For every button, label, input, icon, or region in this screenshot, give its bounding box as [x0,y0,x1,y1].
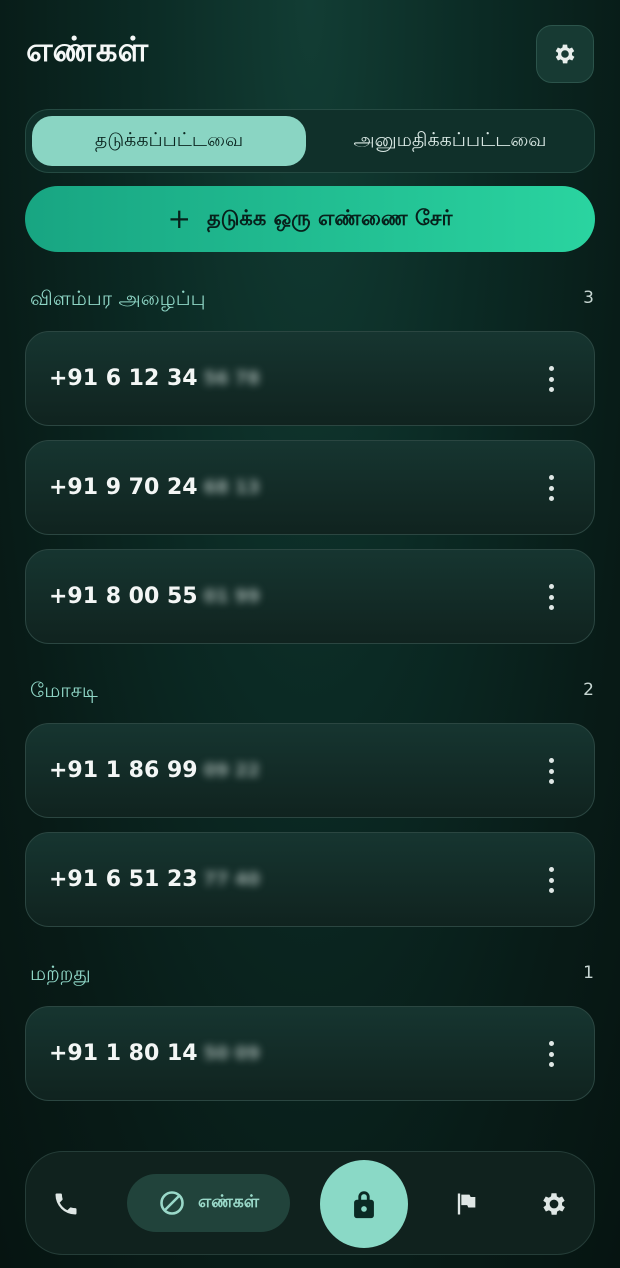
phone-number: +91 9 70 24 68 13 [49,475,260,500]
more-options-icon[interactable] [548,584,554,610]
nav-numbers-label: எண்கள் [197,1192,260,1212]
bottom-nav: எண்கள் [25,1151,595,1255]
more-options-icon[interactable] [548,1041,554,1067]
settings-button[interactable] [536,25,594,83]
more-options-icon[interactable] [548,758,554,784]
number-card[interactable]: +91 8 00 55 01 99 [25,549,595,644]
more-options-icon[interactable] [548,867,554,893]
gear-icon [555,44,575,64]
add-number-button[interactable]: + தடுக்க ஒரு எண்ணை சேர் [25,186,595,252]
block-icon [160,1191,184,1215]
tab-blocked[interactable]: தடுக்கப்பட்டவை [32,116,306,166]
nav-reports[interactable] [446,1184,486,1224]
tab-allowed[interactable]: அனுமதிக்கப்பட்டவை [310,116,590,166]
add-number-label: தடுக்க ஒரு எண்ணை சேர் [206,205,453,230]
page-title: எண்கள் [26,30,149,70]
nav-numbers[interactable]: எண்கள் [127,1174,290,1232]
number-card[interactable]: +91 1 80 14 50 09 [25,1006,595,1101]
lock-icon [354,1191,374,1219]
masked-digits: 09 22 [203,760,260,781]
category-label-ads: விளம்பர அழைப்பு [30,286,206,310]
lock-button[interactable] [320,1160,408,1248]
plus-icon: + [167,202,191,235]
phone-number: +91 6 51 23 77 40 [49,867,260,892]
phone-number: +91 1 80 14 50 09 [49,1041,260,1066]
phone-icon [55,1193,77,1215]
phone-number: +91 1 86 99 09 22 [49,758,260,783]
list-segmented-control: தடுக்கப்பட்டவை அனுமதிக்கப்பட்டவை [25,109,595,173]
category-count-fraud: 2 [583,680,594,700]
phone-number: +91 8 00 55 01 99 [49,584,260,609]
nav-settings[interactable] [534,1184,574,1224]
masked-digits: 50 09 [203,1043,260,1064]
more-options-icon[interactable] [548,475,554,501]
masked-digits: 56 78 [203,368,260,389]
category-label-fraud: மோசடி [30,678,98,702]
masked-digits: 77 40 [203,869,260,890]
number-card[interactable]: +91 6 51 23 77 40 [25,832,595,927]
flag-icon [457,1193,476,1215]
category-label-other: மற்றது [30,961,91,985]
category-count-other: 1 [583,963,594,983]
gear-icon [543,1193,565,1215]
category-count-ads: 3 [583,288,594,308]
number-card[interactable]: +91 1 86 99 09 22 [25,723,595,818]
number-card[interactable]: +91 6 12 34 56 78 [25,331,595,426]
masked-digits: 68 13 [203,477,260,498]
nav-calls[interactable] [46,1184,86,1224]
phone-number: +91 6 12 34 56 78 [49,366,260,391]
number-card[interactable]: +91 9 70 24 68 13 [25,440,595,535]
more-options-icon[interactable] [548,366,554,392]
masked-digits: 01 99 [203,586,260,607]
